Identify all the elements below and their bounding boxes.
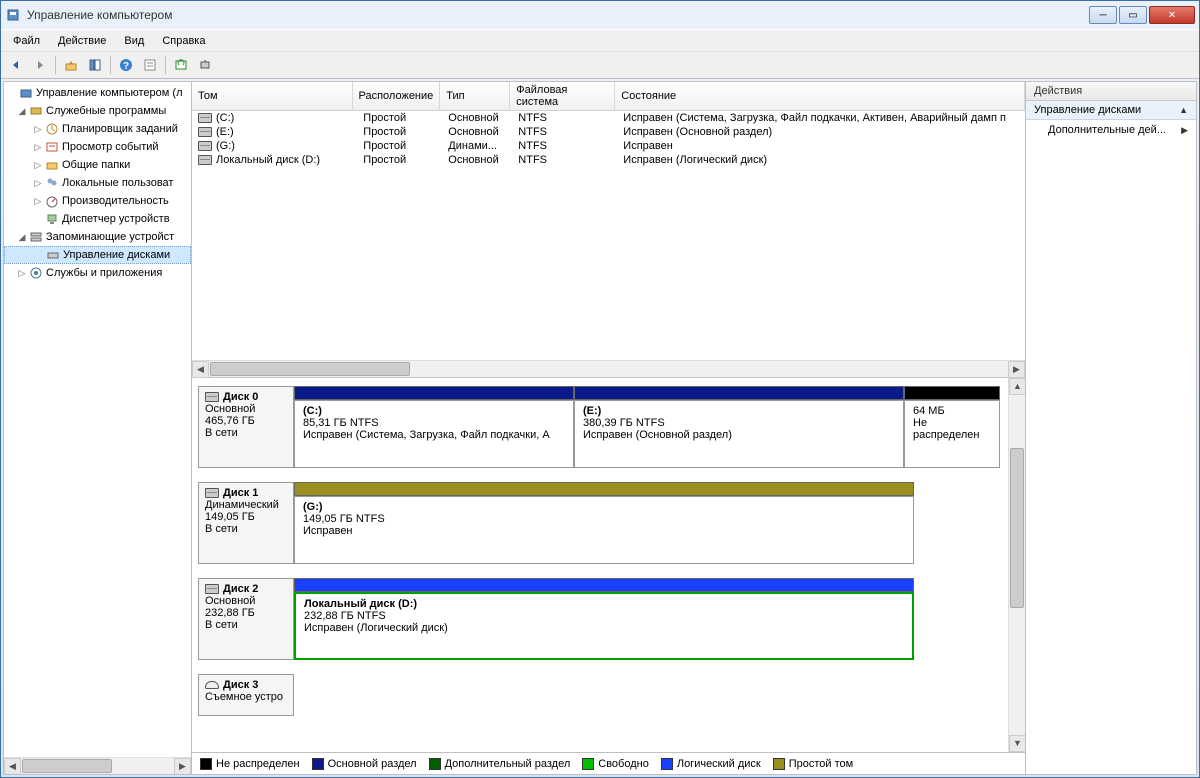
disk-icon — [205, 488, 219, 498]
menu-file[interactable]: Файл — [7, 33, 46, 49]
tree-services-apps[interactable]: ▷Службы и приложения — [4, 264, 191, 282]
tree-device-manager[interactable]: Диспетчер устройств — [4, 210, 191, 228]
main-panel: Том Расположение Тип Файловая система Со… — [192, 82, 1026, 774]
tree-root[interactable]: Управление компьютером (л — [4, 84, 191, 102]
window-title: Управление компьютером — [27, 8, 1089, 22]
menu-view[interactable]: Вид — [118, 33, 150, 49]
table-row[interactable]: (C:) Простой Основной NTFS Исправен (Сис… — [192, 111, 1025, 125]
navigation-tree: Управление компьютером (л ◢Служебные про… — [4, 82, 192, 774]
show-hide-tree-button[interactable] — [84, 54, 106, 76]
legend-logical: Логический диск — [661, 758, 761, 770]
actions-section-disk-management[interactable]: Управление дисками▲ — [1026, 101, 1196, 120]
legend-simple: Простой том — [773, 758, 853, 770]
disk-icon — [205, 584, 219, 594]
disk-header[interactable]: Диск 2Основной232,88 ГБВ сети — [198, 578, 294, 660]
col-volume[interactable]: Том — [192, 82, 352, 111]
disk-row: Диск 1Динамический149,05 ГБВ сети(G:)149… — [198, 482, 1002, 564]
disk-row: Диск 0Основной465,76 ГБВ сети(C:)85,31 Г… — [198, 386, 1002, 468]
disk-graphics-panel: Диск 0Основной465,76 ГБВ сети(C:)85,31 Г… — [192, 378, 1025, 752]
removable-disk-icon — [205, 681, 219, 689]
rescan-button[interactable] — [194, 54, 216, 76]
actions-pane: Действия Управление дисками▲ Дополнитель… — [1026, 82, 1196, 774]
menubar: Файл Действие Вид Справка — [1, 29, 1199, 51]
tree-event-viewer[interactable]: ▷Просмотр событий — [4, 138, 191, 156]
disk-row: Диск 3Съемное устро — [198, 674, 1002, 716]
refresh-button[interactable] — [170, 54, 192, 76]
disk-header[interactable]: Диск 3Съемное устро — [198, 674, 294, 716]
menu-help[interactable]: Справка — [156, 33, 211, 49]
tree-horizontal-scrollbar[interactable]: ◀▶ — [4, 757, 191, 774]
toolbar: ? — [1, 51, 1199, 79]
svg-text:?: ? — [123, 61, 129, 72]
maximize-button[interactable]: ▭ — [1119, 6, 1147, 24]
disk-icon — [198, 141, 212, 151]
disk-icon — [205, 392, 219, 402]
tree-task-scheduler[interactable]: ▷Планировщик заданий — [4, 120, 191, 138]
legend-extended: Дополнительный раздел — [429, 758, 571, 770]
app-icon — [5, 7, 21, 23]
volume-list: Том Расположение Тип Файловая система Со… — [192, 82, 1025, 378]
app-window: Управление компьютером ─ ▭ ✕ Файл Действ… — [0, 0, 1200, 778]
disk-row: Диск 2Основной232,88 ГБВ сетиЛокальный д… — [198, 578, 1002, 660]
minimize-button[interactable]: ─ — [1089, 6, 1117, 24]
forward-button[interactable] — [29, 54, 51, 76]
partition[interactable]: (E:)380,39 ГБ NTFSИсправен (Основной раз… — [574, 400, 904, 468]
tree-local-users[interactable]: ▷Локальные пользоват — [4, 174, 191, 192]
volume-list-horizontal-scrollbar[interactable]: ◀▶ — [192, 360, 1025, 377]
legend-free: Свободно — [582, 758, 649, 770]
partition[interactable]: (C:)85,31 ГБ NTFSИсправен (Система, Загр… — [294, 400, 574, 468]
titlebar: Управление компьютером ─ ▭ ✕ — [1, 1, 1199, 29]
disk-icon — [198, 127, 212, 137]
actions-header: Действия — [1026, 82, 1196, 101]
legend-unallocated: Не распределен — [200, 758, 300, 770]
legend-primary: Основной раздел — [312, 758, 417, 770]
tree-disk-management[interactable]: Управление дисками — [4, 246, 191, 264]
table-row[interactable]: (G:) Простой Динами... NTFS Исправен — [192, 139, 1025, 153]
up-button[interactable] — [60, 54, 82, 76]
table-row[interactable]: (E:) Простой Основной NTFS Исправен (Осн… — [192, 125, 1025, 139]
disk-graphics-vertical-scrollbar[interactable]: ▲▼ — [1008, 378, 1025, 752]
partition[interactable]: 64 МБНе распределен — [904, 400, 1000, 468]
partition[interactable]: Локальный диск (D:)232,88 ГБ NTFSИсправе… — [294, 592, 914, 660]
back-button[interactable] — [5, 54, 27, 76]
help-button[interactable]: ? — [115, 54, 137, 76]
table-row[interactable]: Локальный диск (D:) Простой Основной NTF… — [192, 153, 1025, 167]
close-button[interactable]: ✕ — [1149, 6, 1195, 24]
col-layout[interactable]: Расположение — [352, 82, 440, 111]
legend: Не распределен Основной раздел Дополните… — [192, 752, 1025, 774]
tree-shared-folders[interactable]: ▷Общие папки — [4, 156, 191, 174]
disk-header[interactable]: Диск 1Динамический149,05 ГБВ сети — [198, 482, 294, 564]
disk-header[interactable]: Диск 0Основной465,76 ГБВ сети — [198, 386, 294, 468]
disk-icon — [198, 155, 212, 165]
menu-action[interactable]: Действие — [52, 33, 112, 49]
partition[interactable]: (G:)149,05 ГБ NTFSИсправен — [294, 496, 914, 564]
content-area: Управление компьютером (л ◢Служебные про… — [3, 81, 1197, 775]
actions-more[interactable]: Дополнительные дей...▶ — [1026, 120, 1196, 140]
col-status[interactable]: Состояние — [615, 82, 1025, 111]
properties-button[interactable] — [139, 54, 161, 76]
col-filesystem[interactable]: Файловая система — [510, 82, 615, 111]
tree-performance[interactable]: ▷Производительность — [4, 192, 191, 210]
tree-services-tools[interactable]: ◢Служебные программы — [4, 102, 191, 120]
col-type[interactable]: Тип — [440, 82, 510, 111]
tree-storage[interactable]: ◢Запоминающие устройст — [4, 228, 191, 246]
disk-icon — [198, 113, 212, 123]
